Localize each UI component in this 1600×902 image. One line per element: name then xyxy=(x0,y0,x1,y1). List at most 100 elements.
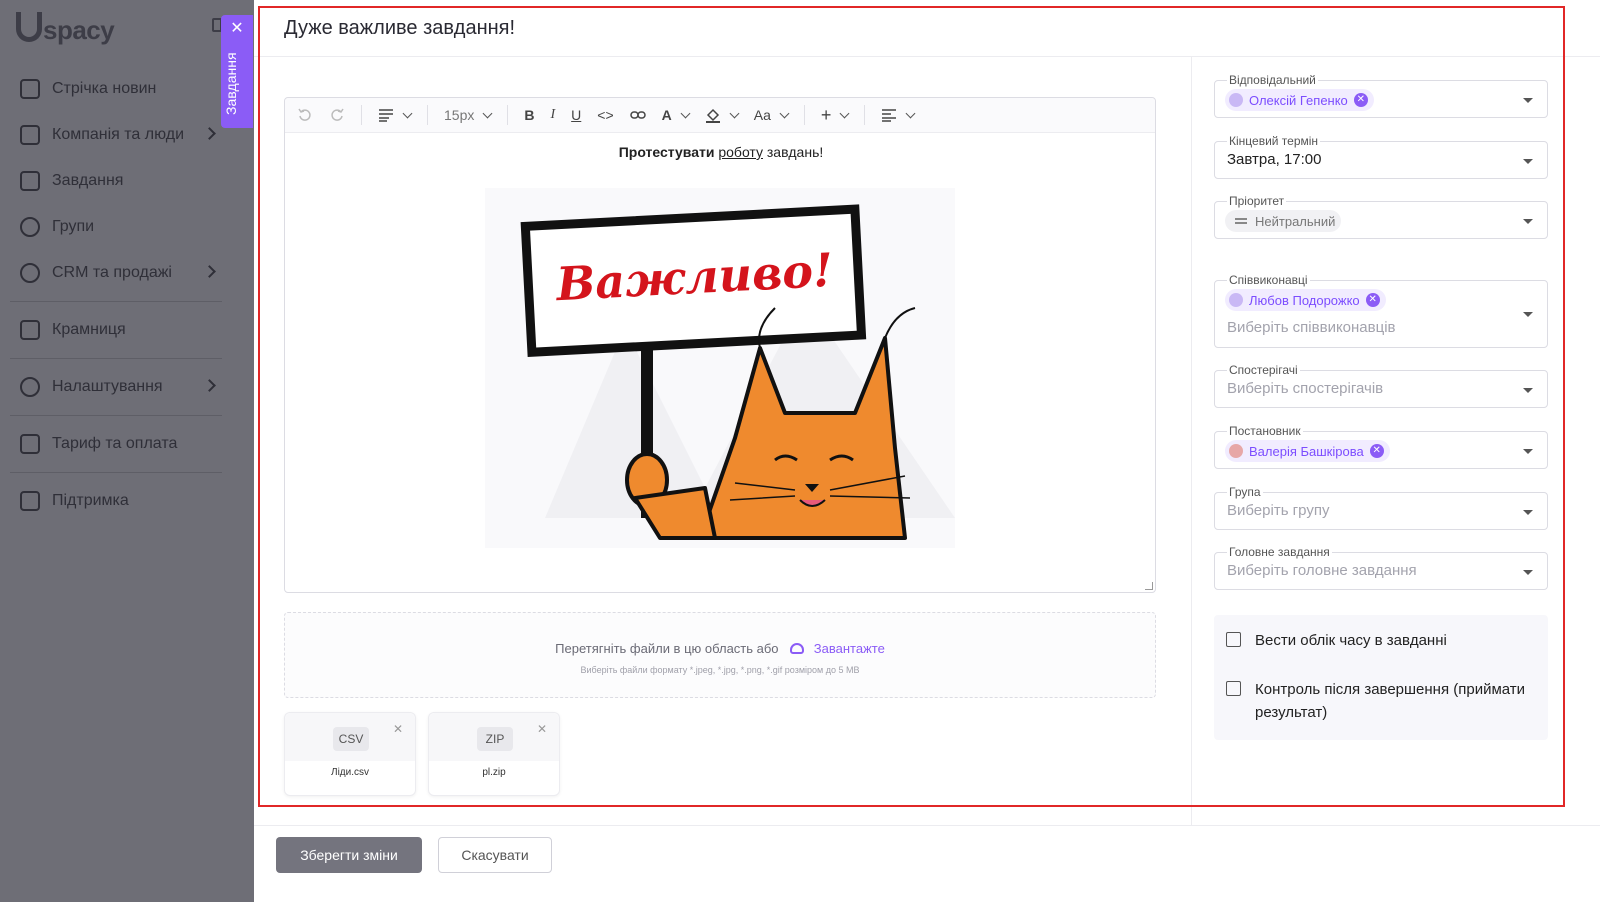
priority-select[interactable]: Пріоритет Нейтральний xyxy=(1214,194,1548,239)
resize-handle[interactable] xyxy=(1145,582,1153,590)
code-icon[interactable]: <> xyxy=(597,103,613,127)
toolbar-divider xyxy=(803,105,805,125)
task-panel-tab[interactable]: ✕ Завдання xyxy=(221,15,253,128)
font-size-value: 15px xyxy=(444,107,475,123)
sidebar-item-company[interactable]: Компанія та люди xyxy=(0,112,232,158)
parent-task-select[interactable]: Головне завдання Виберіть головне завдан… xyxy=(1214,545,1548,590)
field-label: Відповідальний xyxy=(1227,73,1318,87)
observers-select[interactable]: Спостерігачі Виберіть спостерігачів xyxy=(1214,363,1548,408)
caret-down-icon xyxy=(1523,312,1533,317)
chevron-down-icon xyxy=(905,108,916,118)
upload-cloud-icon xyxy=(790,643,805,654)
remove-icon[interactable]: ✕ xyxy=(1369,444,1384,458)
store-icon xyxy=(20,320,40,340)
control-checkbox[interactable] xyxy=(1226,681,1241,696)
caret-down-icon xyxy=(1523,449,1533,454)
caret-down-icon xyxy=(1523,159,1533,164)
body-text: завдань! xyxy=(766,144,824,160)
sidebar-item-tasks[interactable]: Завдання xyxy=(0,158,232,204)
sidebar-item-news[interactable]: Стрічка новин xyxy=(0,66,232,112)
chevron-right-icon xyxy=(203,127,216,140)
remove-icon[interactable]: ✕ xyxy=(1365,293,1380,307)
paragraph-dropdown[interactable] xyxy=(378,103,413,127)
sidebar-item-support[interactable]: Підтримка xyxy=(0,478,232,524)
align-dropdown[interactable] xyxy=(881,103,916,127)
task-options: Вести облік часу в завданні Контроль піс… xyxy=(1214,615,1548,740)
task-modal: Дуже важливе завдання! 15px B I U <> A A… xyxy=(254,0,1600,902)
home-icon xyxy=(20,79,40,99)
file-card[interactable]: ZIP ✕ pl.zip xyxy=(428,712,560,796)
avatar xyxy=(1229,93,1243,107)
underline-icon[interactable]: U xyxy=(571,103,581,127)
text-color-dropdown[interactable]: A xyxy=(662,103,691,127)
redo-icon[interactable] xyxy=(329,103,345,127)
group-select[interactable]: Група Виберіть групу xyxy=(1214,485,1548,530)
close-icon[interactable]: ✕ xyxy=(537,722,547,736)
chevron-down-icon xyxy=(680,108,691,118)
sidebar-item-label: Підтримка xyxy=(52,492,129,509)
task-title[interactable]: Дуже важливе завдання! xyxy=(284,17,515,40)
deadline-select[interactable]: Кінцевий термін Завтра, 17:00 xyxy=(1214,134,1548,179)
font-family-dropdown[interactable]: Aa xyxy=(753,103,790,127)
divider xyxy=(10,358,222,359)
user-chip: Любов Подорожко ✕ xyxy=(1225,289,1386,311)
sidebar-item-label: CRM та продажі xyxy=(52,264,172,281)
caret-down-icon xyxy=(1523,570,1533,575)
toolbar-divider xyxy=(361,105,362,125)
user-chip-name: Валерія Башкірова xyxy=(1249,443,1364,459)
field-label: Спостерігачі xyxy=(1227,363,1300,377)
modal-header: Дуже важливе завдання! xyxy=(254,0,1600,57)
align-left-icon xyxy=(882,109,897,122)
sidebar-item-groups[interactable]: Групи xyxy=(0,204,232,250)
avatar xyxy=(1229,293,1243,307)
time-tracking-option[interactable]: Вести облік часу в завданні xyxy=(1226,629,1545,652)
task-panel-tab-label: Завдання xyxy=(223,52,239,115)
remove-icon[interactable]: ✕ xyxy=(1353,93,1368,107)
italic-icon[interactable]: I xyxy=(550,103,555,127)
paragraph-icon xyxy=(379,109,393,122)
divider xyxy=(10,301,222,302)
sidebar-item-billing[interactable]: Тариф та оплата xyxy=(0,421,232,467)
time-tracking-checkbox[interactable] xyxy=(1226,632,1241,647)
font-size-dropdown[interactable]: 15px xyxy=(444,103,493,127)
cancel-button[interactable]: Скасувати xyxy=(438,837,552,873)
sidebar-item-store[interactable]: Крамниця xyxy=(0,307,232,353)
author-select[interactable]: Постановник Валерія Башкірова ✕ xyxy=(1214,424,1548,469)
help-icon xyxy=(20,491,40,511)
task-properties-panel: Відповідальний Олексій Гепенко ✕ Кінцеви… xyxy=(1191,57,1561,825)
group-placeholder: Виберіть групу xyxy=(1227,502,1330,519)
file-dropzone[interactable]: Перетягніть файли в цю область або Заван… xyxy=(284,612,1156,698)
chevron-down-icon xyxy=(839,108,850,118)
chevron-right-icon xyxy=(203,265,216,278)
coexecutors-select[interactable]: Співвиконавці Любов Подорожко ✕ Виберіть… xyxy=(1214,273,1548,348)
field-label: Головне завдання xyxy=(1227,545,1332,559)
sidebar-item-crm[interactable]: CRM та продажі xyxy=(0,250,232,296)
chevron-right-icon xyxy=(203,379,216,392)
link-icon[interactable] xyxy=(629,103,646,127)
caret-down-icon xyxy=(1523,98,1533,103)
rich-text-editor[interactable]: 15px B I U <> A Aa + Протестувати роботу… xyxy=(284,97,1156,593)
insert-dropdown[interactable]: + xyxy=(820,103,850,127)
control-option[interactable]: Контроль після завершення (приймати резу… xyxy=(1226,678,1545,724)
divider xyxy=(10,472,222,473)
plus-icon: + xyxy=(820,104,832,125)
sidebar-item-label: Налаштування xyxy=(52,378,163,395)
bold-icon[interactable]: B xyxy=(524,103,534,127)
undo-icon[interactable] xyxy=(297,103,313,127)
highlight-dropdown[interactable] xyxy=(705,103,740,127)
font-family-icon: Aa xyxy=(753,107,771,123)
close-icon[interactable]: ✕ xyxy=(229,21,245,37)
responsible-select[interactable]: Відповідальний Олексій Гепенко ✕ xyxy=(1214,73,1548,118)
save-button[interactable]: Зберегти зміни xyxy=(276,837,422,873)
priority-value: Нейтральний xyxy=(1255,213,1336,229)
dropzone-text: Перетягніть файли в цю область або xyxy=(555,641,779,656)
close-icon[interactable]: ✕ xyxy=(393,722,403,736)
toolbar-divider xyxy=(507,105,509,125)
caret-down-icon xyxy=(1523,388,1533,393)
sidebar-item-settings[interactable]: Налаштування xyxy=(0,364,232,410)
user-chip-name: Любов Подорожко xyxy=(1249,292,1360,308)
file-card[interactable]: CSV ✕ Ліди.csv xyxy=(284,712,416,796)
chevron-down-icon xyxy=(779,108,790,118)
upload-link[interactable]: Завантажте xyxy=(814,641,885,656)
editor-content[interactable]: Протестувати роботу завдань! xyxy=(285,144,1157,160)
